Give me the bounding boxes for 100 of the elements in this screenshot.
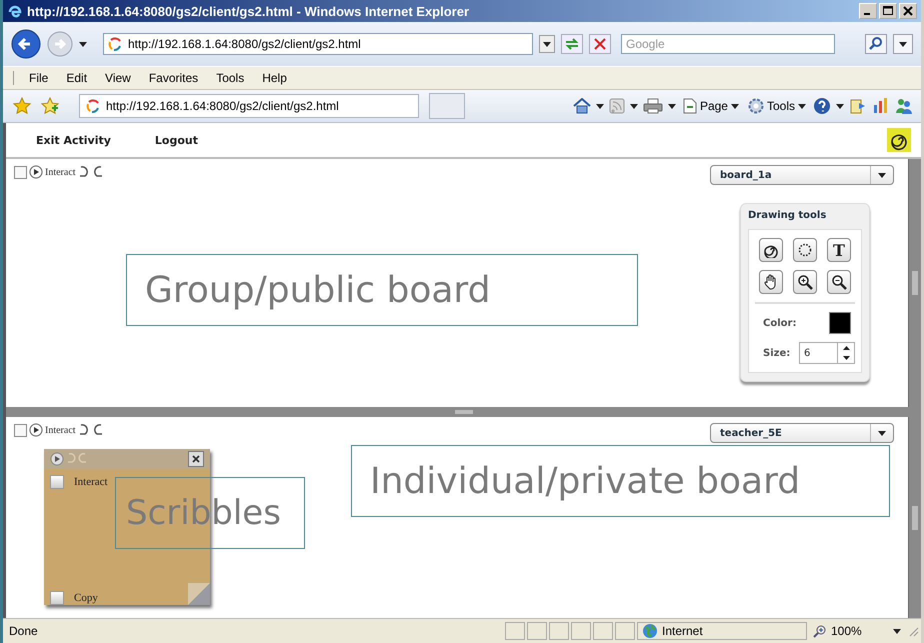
people-icon[interactable] <box>895 97 913 115</box>
menu-item[interactable]: View <box>96 71 140 85</box>
tools-menu-button[interactable]: Tools <box>746 98 808 114</box>
status-pane <box>571 622 591 640</box>
menu-item[interactable]: File <box>20 71 58 85</box>
annotation-label: Group/public board <box>126 254 638 326</box>
checkbox-label: Copy <box>74 592 98 604</box>
address-dropdown-button[interactable] <box>539 35 555 53</box>
play-icon[interactable] <box>29 423 43 437</box>
browser-tab[interactable]: http://192.168.1.64:8080/gs2/client/gs2.html <box>79 94 419 118</box>
window-title: http://192.168.1.64:8080/gs2/client/gs2.html - Windows Internet Explorer <box>27 4 470 18</box>
board-dropdown[interactable]: board_1a <box>710 165 894 185</box>
page-icon <box>682 98 697 114</box>
caret-icon <box>798 104 806 108</box>
spiral-logo-icon[interactable] <box>887 128 911 152</box>
checkbox-label: Interact <box>74 476 108 488</box>
status-pane <box>505 622 525 640</box>
zoom-in-icon <box>797 274 813 290</box>
panel-title: Drawing tools <box>748 210 828 221</box>
board-dropdown[interactable]: teacher_5E <box>710 423 894 443</box>
size-label: Size: <box>763 348 790 358</box>
up-arrow-icon[interactable] <box>842 346 850 350</box>
print-icon[interactable] <box>642 98 663 114</box>
refresh-button[interactable] <box>561 34 583 54</box>
home-icon[interactable] <box>572 98 591 114</box>
search-button[interactable] <box>865 34 887 54</box>
address-field[interactable]: http://192.168.1.64:8080/gs2/client/gs2.html <box>103 33 533 55</box>
favorites-star-icon[interactable] <box>13 97 31 115</box>
redo-icon[interactable] <box>92 423 104 437</box>
add-favorite-icon[interactable] <box>41 97 59 115</box>
zoom-level-button[interactable]: 100% <box>809 622 905 640</box>
caret-icon[interactable] <box>836 104 844 108</box>
lasso-tool-button[interactable] <box>793 238 817 262</box>
back-button[interactable] <box>11 29 41 59</box>
menu-item[interactable]: Tools <box>207 71 254 85</box>
search-options-button[interactable] <box>893 34 913 54</box>
play-icon[interactable] <box>29 165 43 179</box>
browser-logo-icon <box>7 3 23 19</box>
checkbox[interactable] <box>50 475 64 489</box>
play-icon[interactable] <box>50 452 64 466</box>
zoom-out-icon <box>831 274 847 290</box>
status-text: Done <box>9 624 38 638</box>
undo-icon[interactable] <box>78 423 90 437</box>
status-pane <box>527 622 547 640</box>
loading-icon <box>108 37 122 51</box>
checkbox[interactable] <box>14 166 27 178</box>
menu-item[interactable]: Help <box>253 71 296 85</box>
dotted-circle-icon <box>797 242 813 258</box>
scroll-bar[interactable] <box>908 159 921 407</box>
globe-icon <box>642 623 658 639</box>
menu-item[interactable]: Favorites <box>140 71 208 85</box>
menu-item[interactable]: Edit <box>57 71 96 85</box>
caret-icon <box>893 628 901 634</box>
minimize-button[interactable] <box>859 3 877 19</box>
caret-icon <box>543 42 551 46</box>
interact-label: Interact <box>45 166 76 178</box>
zoom-in-tool-button[interactable] <box>793 270 817 294</box>
text-tool-button[interactable]: T <box>827 238 851 262</box>
feed-icon[interactable] <box>608 98 625 114</box>
undo-icon[interactable] <box>78 165 90 179</box>
page-menu-button[interactable]: Page <box>680 98 741 114</box>
down-arrow-icon[interactable] <box>842 356 850 360</box>
search-field[interactable]: Google <box>621 34 835 54</box>
zone-label: Internet <box>662 624 703 638</box>
toolbar-link[interactable]: Logout <box>154 134 198 146</box>
chart-icon[interactable] <box>872 97 890 115</box>
gear-icon <box>748 98 764 114</box>
hand-tool-button[interactable] <box>759 270 783 294</box>
status-pane <box>593 622 613 640</box>
redo-icon[interactable] <box>92 165 104 179</box>
loading-icon <box>86 99 100 113</box>
close-icon <box>192 455 200 463</box>
caret-icon <box>878 430 886 436</box>
annotation-label: Individual/private board <box>351 445 890 517</box>
research-icon[interactable] <box>849 97 867 115</box>
scroll-bar[interactable] <box>908 417 921 618</box>
interact-label: Interact <box>45 424 76 436</box>
status-pane <box>549 622 569 640</box>
history-caret-icon[interactable] <box>79 42 87 46</box>
maximize-button[interactable] <box>879 3 897 19</box>
spiral-tool-button[interactable] <box>759 238 783 262</box>
checkbox[interactable] <box>14 424 27 436</box>
zoom-icon <box>813 624 827 638</box>
caret-icon <box>899 42 907 46</box>
toolbar-link[interactable]: Exit Activity <box>36 134 111 146</box>
checkbox[interactable] <box>50 591 64 605</box>
caret-icon <box>730 104 739 108</box>
help-icon[interactable] <box>813 97 831 115</box>
caret-icon[interactable] <box>630 104 638 108</box>
caret-icon[interactable] <box>668 104 676 108</box>
stop-button[interactable] <box>589 34 611 54</box>
close-button[interactable] <box>188 451 204 467</box>
size-spinner[interactable]: 6 <box>799 342 855 364</box>
zoom-out-tool-button[interactable] <box>827 270 851 294</box>
caret-icon <box>878 172 886 178</box>
color-label: Color: <box>763 318 796 328</box>
resize-grip-icon[interactable] <box>907 625 919 637</box>
status-pane <box>615 622 635 640</box>
color-swatch[interactable] <box>829 312 851 334</box>
caret-icon[interactable] <box>596 104 604 108</box>
